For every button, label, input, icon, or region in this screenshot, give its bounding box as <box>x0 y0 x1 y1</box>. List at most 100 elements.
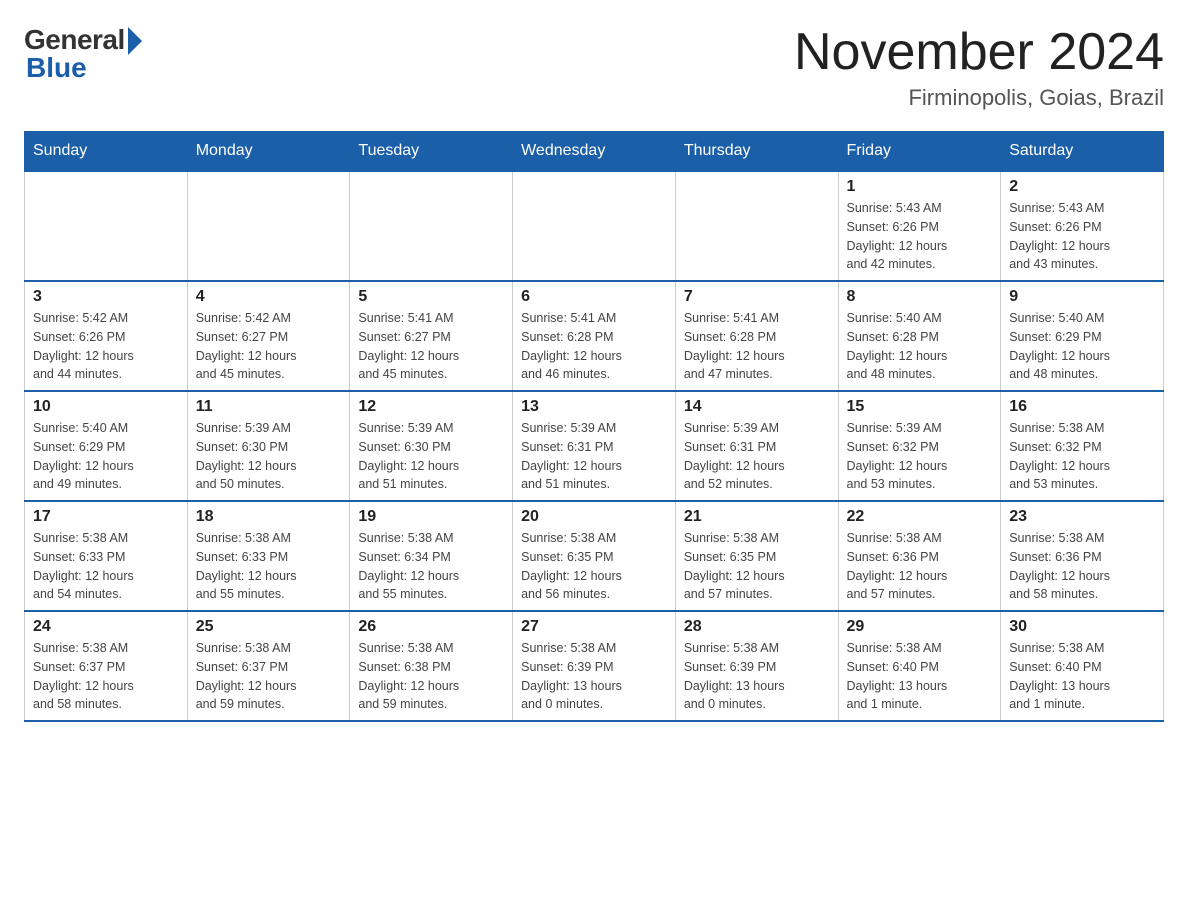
day-number: 23 <box>1009 508 1155 526</box>
calendar-week-row: 1 Sunrise: 5:43 AMSunset: 6:26 PMDaylight… <box>25 171 1164 281</box>
calendar-cell: 2 Sunrise: 5:43 AMSunset: 6:26 PMDaylight… <box>1001 171 1164 281</box>
day-info: Sunrise: 5:38 AMSunset: 6:38 PMDaylight:… <box>358 639 504 714</box>
day-info: Sunrise: 5:38 AMSunset: 6:35 PMDaylight:… <box>684 529 830 604</box>
day-number: 27 <box>521 618 667 636</box>
logo-arrow-icon <box>128 27 142 55</box>
day-number: 17 <box>33 508 179 526</box>
col-header-monday: Monday <box>187 132 350 172</box>
logo: General Blue <box>24 24 142 84</box>
calendar-cell: 14 Sunrise: 5:39 AMSunset: 6:31 PMDayligh… <box>675 391 838 501</box>
calendar-cell: 30 Sunrise: 5:38 AMSunset: 6:40 PMDayligh… <box>1001 611 1164 721</box>
col-header-sunday: Sunday <box>25 132 188 172</box>
day-info: Sunrise: 5:38 AMSunset: 6:33 PMDaylight:… <box>196 529 342 604</box>
calendar-cell <box>187 171 350 281</box>
calendar-cell: 13Sunrise: 5:39 AMSunset: 6:31 PMDayligh… <box>513 391 676 501</box>
day-number: 6 <box>521 288 667 306</box>
calendar-cell: 23 Sunrise: 5:38 AMSunset: 6:36 PMDayligh… <box>1001 501 1164 611</box>
calendar-cell: 22 Sunrise: 5:38 AMSunset: 6:36 PMDayligh… <box>838 501 1001 611</box>
day-number: 9 <box>1009 288 1155 306</box>
day-info: Sunrise: 5:41 AMSunset: 6:28 PMDaylight:… <box>521 309 667 384</box>
day-number: 11 <box>196 398 342 416</box>
day-number: 20 <box>521 508 667 526</box>
day-info: Sunrise: 5:39 AMSunset: 6:32 PMDaylight:… <box>847 419 993 494</box>
day-number: 15 <box>847 398 993 416</box>
day-info: Sunrise: 5:38 AMSunset: 6:37 PMDaylight:… <box>196 639 342 714</box>
calendar-cell: 19 Sunrise: 5:38 AMSunset: 6:34 PMDayligh… <box>350 501 513 611</box>
page-header: General Blue November 2024 Firminopolis,… <box>24 24 1164 111</box>
day-number: 18 <box>196 508 342 526</box>
calendar-week-row: 10Sunrise: 5:40 AMSunset: 6:29 PMDayligh… <box>25 391 1164 501</box>
calendar-cell: 5 Sunrise: 5:41 AMSunset: 6:27 PMDaylight… <box>350 281 513 391</box>
day-info: Sunrise: 5:42 AMSunset: 6:26 PMDaylight:… <box>33 309 179 384</box>
calendar-table: SundayMondayTuesdayWednesdayThursdayFrid… <box>24 131 1164 722</box>
calendar-week-row: 3 Sunrise: 5:42 AMSunset: 6:26 PMDaylight… <box>25 281 1164 391</box>
calendar-cell: 27 Sunrise: 5:38 AMSunset: 6:39 PMDayligh… <box>513 611 676 721</box>
calendar-cell: 18 Sunrise: 5:38 AMSunset: 6:33 PMDayligh… <box>187 501 350 611</box>
title-block: November 2024 Firminopolis, Goias, Brazi… <box>794 24 1164 111</box>
col-header-saturday: Saturday <box>1001 132 1164 172</box>
day-info: Sunrise: 5:40 AMSunset: 6:29 PMDaylight:… <box>1009 309 1155 384</box>
day-number: 24 <box>33 618 179 636</box>
day-number: 29 <box>847 618 993 636</box>
day-number: 22 <box>847 508 993 526</box>
day-info: Sunrise: 5:38 AMSunset: 6:37 PMDaylight:… <box>33 639 179 714</box>
day-info: Sunrise: 5:38 AMSunset: 6:34 PMDaylight:… <box>358 529 504 604</box>
calendar-cell: 28 Sunrise: 5:38 AMSunset: 6:39 PMDayligh… <box>675 611 838 721</box>
calendar-cell: 7Sunrise: 5:41 AMSunset: 6:28 PMDaylight… <box>675 281 838 391</box>
day-info: Sunrise: 5:43 AMSunset: 6:26 PMDaylight:… <box>1009 199 1155 274</box>
day-info: Sunrise: 5:43 AMSunset: 6:26 PMDaylight:… <box>847 199 993 274</box>
calendar-week-row: 24 Sunrise: 5:38 AMSunset: 6:37 PMDayligh… <box>25 611 1164 721</box>
day-number: 13 <box>521 398 667 416</box>
day-info: Sunrise: 5:39 AMSunset: 6:30 PMDaylight:… <box>196 419 342 494</box>
calendar-cell: 21 Sunrise: 5:38 AMSunset: 6:35 PMDayligh… <box>675 501 838 611</box>
calendar-cell: 16Sunrise: 5:38 AMSunset: 6:32 PMDayligh… <box>1001 391 1164 501</box>
calendar-cell: 25 Sunrise: 5:38 AMSunset: 6:37 PMDayligh… <box>187 611 350 721</box>
day-number: 30 <box>1009 618 1155 636</box>
col-header-friday: Friday <box>838 132 1001 172</box>
calendar-cell <box>513 171 676 281</box>
calendar-cell: 10Sunrise: 5:40 AMSunset: 6:29 PMDayligh… <box>25 391 188 501</box>
calendar-cell: 9 Sunrise: 5:40 AMSunset: 6:29 PMDaylight… <box>1001 281 1164 391</box>
day-number: 14 <box>684 398 830 416</box>
day-number: 12 <box>358 398 504 416</box>
day-info: Sunrise: 5:39 AMSunset: 6:31 PMDaylight:… <box>684 419 830 494</box>
day-number: 3 <box>33 288 179 306</box>
day-info: Sunrise: 5:38 AMSunset: 6:32 PMDaylight:… <box>1009 419 1155 494</box>
calendar-cell <box>25 171 188 281</box>
calendar-cell: 20 Sunrise: 5:38 AMSunset: 6:35 PMDayligh… <box>513 501 676 611</box>
calendar-cell: 3 Sunrise: 5:42 AMSunset: 6:26 PMDaylight… <box>25 281 188 391</box>
day-number: 4 <box>196 288 342 306</box>
day-info: Sunrise: 5:38 AMSunset: 6:35 PMDaylight:… <box>521 529 667 604</box>
logo-blue-text: Blue <box>24 52 87 84</box>
calendar-cell: 29 Sunrise: 5:38 AMSunset: 6:40 PMDayligh… <box>838 611 1001 721</box>
day-number: 25 <box>196 618 342 636</box>
col-header-tuesday: Tuesday <box>350 132 513 172</box>
day-info: Sunrise: 5:38 AMSunset: 6:36 PMDaylight:… <box>1009 529 1155 604</box>
day-number: 10 <box>33 398 179 416</box>
day-number: 2 <box>1009 178 1155 196</box>
day-info: Sunrise: 5:41 AMSunset: 6:27 PMDaylight:… <box>358 309 504 384</box>
day-info: Sunrise: 5:38 AMSunset: 6:40 PMDaylight:… <box>1009 639 1155 714</box>
calendar-cell: 15 Sunrise: 5:39 AMSunset: 6:32 PMDayligh… <box>838 391 1001 501</box>
day-info: Sunrise: 5:39 AMSunset: 6:30 PMDaylight:… <box>358 419 504 494</box>
calendar-cell: 4Sunrise: 5:42 AMSunset: 6:27 PMDaylight… <box>187 281 350 391</box>
calendar-cell: 12 Sunrise: 5:39 AMSunset: 6:30 PMDayligh… <box>350 391 513 501</box>
calendar-cell: 26 Sunrise: 5:38 AMSunset: 6:38 PMDayligh… <box>350 611 513 721</box>
day-number: 19 <box>358 508 504 526</box>
day-info: Sunrise: 5:38 AMSunset: 6:39 PMDaylight:… <box>684 639 830 714</box>
day-info: Sunrise: 5:38 AMSunset: 6:40 PMDaylight:… <box>847 639 993 714</box>
calendar-cell <box>675 171 838 281</box>
day-number: 21 <box>684 508 830 526</box>
month-title: November 2024 <box>794 24 1164 81</box>
location-subtitle: Firminopolis, Goias, Brazil <box>794 85 1164 111</box>
day-number: 26 <box>358 618 504 636</box>
calendar-cell: 17 Sunrise: 5:38 AMSunset: 6:33 PMDayligh… <box>25 501 188 611</box>
day-number: 1 <box>847 178 993 196</box>
day-info: Sunrise: 5:38 AMSunset: 6:39 PMDaylight:… <box>521 639 667 714</box>
day-info: Sunrise: 5:38 AMSunset: 6:33 PMDaylight:… <box>33 529 179 604</box>
day-number: 28 <box>684 618 830 636</box>
calendar-cell: 11 Sunrise: 5:39 AMSunset: 6:30 PMDayligh… <box>187 391 350 501</box>
day-number: 5 <box>358 288 504 306</box>
day-number: 8 <box>847 288 993 306</box>
day-info: Sunrise: 5:38 AMSunset: 6:36 PMDaylight:… <box>847 529 993 604</box>
